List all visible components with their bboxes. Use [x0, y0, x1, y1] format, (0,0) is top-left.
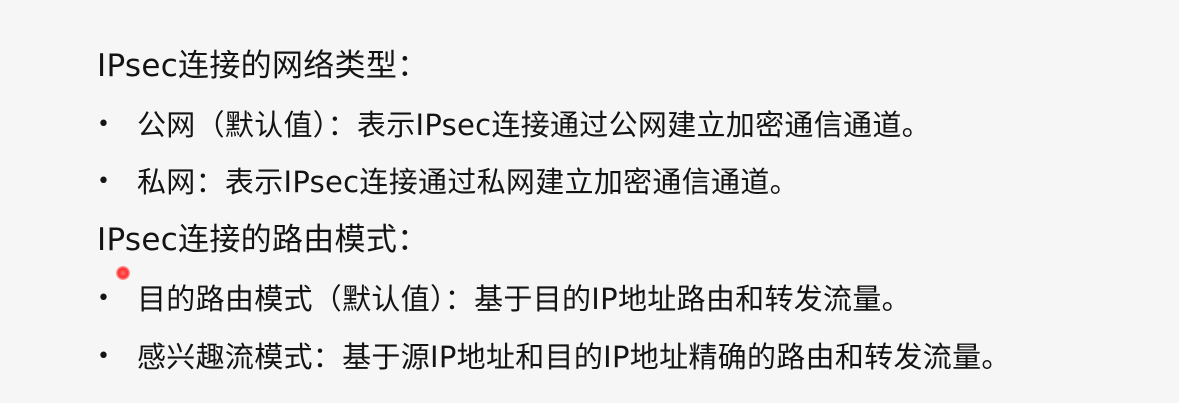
- list-item-text: 目的路由模式（默认值）：基于目的IP地址路由和转发流量。: [137, 282, 911, 316]
- list-item-text: 私网：表示IPsec连接通过私网建立加密通信通道。: [137, 165, 799, 199]
- list-item-text: 感兴趣流模式：基于源IP地址和目的IP地址精确的路由和转发流量。: [137, 340, 1011, 374]
- route-mode-heading: IPsec连接的路由模式：: [97, 222, 429, 258]
- bullet-point: •: [97, 112, 110, 137]
- document-slide: IPsec连接的网络类型： • 公网（默认值）：表示IPsec连接通过公网建立加…: [0, 0, 1179, 403]
- list-item-text: 公网（默认值）：表示IPsec连接通过公网建立加密通信通道。: [137, 108, 931, 142]
- bullet-point: •: [97, 344, 110, 369]
- bullet-point: •: [97, 286, 110, 311]
- bullet-point: •: [97, 169, 110, 194]
- network-type-heading: IPsec连接的网络类型：: [97, 48, 429, 84]
- pointer-dot-icon: [116, 266, 130, 280]
